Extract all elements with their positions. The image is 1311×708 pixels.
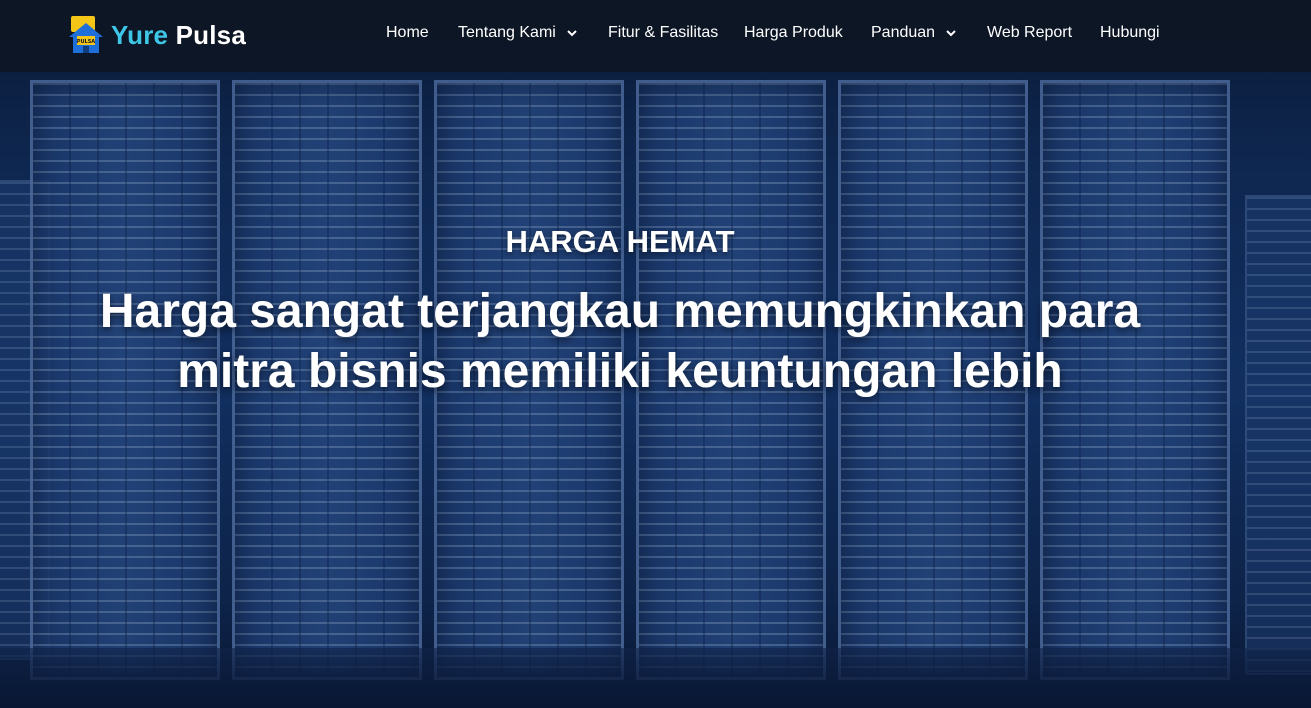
brand-name-part1: Yure	[111, 19, 169, 50]
svg-text:PULSA: PULSA	[77, 39, 96, 45]
top-navbar: PULSA Yure Pulsa Home Tentang Kami Fitur…	[0, 0, 1311, 72]
nav-item-web-report[interactable]: Web Report	[987, 24, 1072, 42]
house-logo-icon: PULSA	[67, 15, 105, 55]
brand-name: Yure Pulsa	[111, 20, 246, 51]
nav-item-label: Tentang Kami	[458, 24, 556, 41]
brand-logo-link[interactable]: PULSA Yure Pulsa	[67, 15, 246, 55]
nav-item-panduan[interactable]: Panduan	[871, 24, 957, 42]
hero-headline: Harga sangat terjangkau memungkinkan par…	[40, 282, 1200, 402]
chevron-down-icon	[946, 30, 956, 37]
hero-eyebrow: HARGA HEMAT	[505, 224, 735, 259]
nav-item-fitur-fasilitas[interactable]: Fitur & Fasilitas	[608, 24, 718, 42]
nav-item-label: Panduan	[871, 24, 936, 41]
nav-item-label: Harga Produk	[744, 24, 843, 41]
nav-item-label: Web Report	[987, 24, 1073, 41]
hero-headline-line2: mitra bisnis memiliki keuntungan lebih	[177, 345, 1063, 398]
nav-item-label: Hubungi	[1100, 24, 1160, 41]
nav-item-harga-produk[interactable]: Harga Produk	[744, 24, 843, 42]
nav-item-home[interactable]: Home	[386, 24, 429, 42]
chevron-down-icon	[567, 30, 577, 37]
nav-item-label: Home	[386, 24, 429, 41]
hero-headline-line1: Harga sangat terjangkau memungkinkan par…	[99, 285, 1141, 338]
nav-item-label: Fitur & Fasilitas	[608, 24, 719, 41]
brand-name-part2: Pulsa	[175, 19, 246, 50]
nav-item-tentang-kami[interactable]: Tentang Kami	[458, 24, 578, 42]
nav-item-hubungi[interactable]: Hubungi	[1100, 24, 1160, 42]
